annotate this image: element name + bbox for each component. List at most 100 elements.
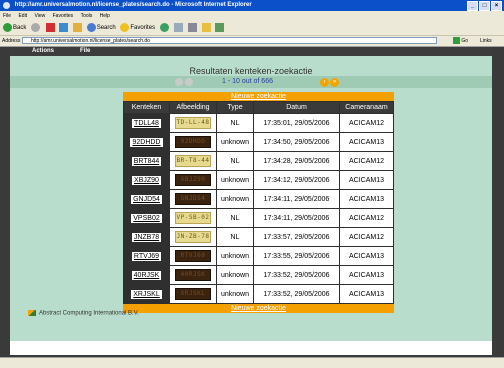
image-cell: 40RJSK: [170, 266, 216, 284]
plate-cell: BRT844: [124, 152, 169, 170]
folder-icon: [201, 22, 211, 32]
plate-image[interactable]: XBJZ90: [175, 174, 211, 186]
plate-link[interactable]: XRJSKL: [131, 289, 162, 299]
new-search-link-top[interactable]: Nieuwe zoekactie: [123, 92, 394, 101]
date-cell: 17:33:55, 29/05/2006: [254, 247, 339, 265]
close-button[interactable]: ×: [491, 1, 502, 11]
favorites-button[interactable]: Favorites: [120, 21, 155, 35]
messenger-icon: [215, 22, 225, 32]
search-button[interactable]: Search: [86, 21, 116, 35]
plate-image[interactable]: TD-LL-48: [175, 117, 211, 129]
nav-actions[interactable]: Actions: [32, 47, 54, 56]
camera-cell: ACICAM12: [340, 114, 393, 132]
plate-link[interactable]: RTVJ69: [131, 251, 162, 261]
plate-link[interactable]: 40RJSK: [131, 270, 162, 280]
menu-view[interactable]: View: [34, 13, 45, 19]
plate-image[interactable]: VP-SB-02: [175, 212, 211, 224]
refresh-button[interactable]: [59, 21, 69, 35]
type-cell: unknown: [217, 190, 253, 208]
table-row: TDLL48 TD-LL-48 NL 17:35:01, 29/05/2006 ACIC…: [124, 114, 393, 132]
print-button[interactable]: [188, 21, 198, 35]
menu-file[interactable]: File: [3, 13, 11, 19]
plate-image[interactable]: JN-ZB-78: [175, 231, 211, 243]
pagination-info: 1 - 10 out of 666: [222, 78, 273, 85]
page-content: Actions File Resultaten kenteken-zoekact…: [10, 47, 492, 355]
camera-cell: ACICAM13: [340, 247, 393, 265]
footer-company-name: Abstract Computing International B.V.: [39, 310, 139, 317]
pagination-bar: 1 - 10 out of 666 ›»: [10, 76, 492, 88]
stop-button[interactable]: [45, 21, 55, 35]
menu-tools[interactable]: Tools: [81, 13, 93, 19]
media-button[interactable]: [159, 21, 170, 35]
status-bar: [0, 357, 504, 368]
plate-link[interactable]: JNZB78: [131, 232, 162, 242]
app-nav-bar: Actions File: [10, 47, 492, 56]
table-row: 92DHDD 92DHDD unknown 17:34:50, 29/05/2006 A…: [124, 133, 393, 151]
mail-button[interactable]: [174, 21, 184, 35]
type-cell: unknown: [217, 247, 253, 265]
mail-icon: [174, 22, 184, 32]
camera-cell: ACICAM12: [340, 228, 393, 246]
pagination-next: ›»: [320, 78, 340, 87]
plate-link[interactable]: VPSB02: [131, 213, 162, 223]
plate-image[interactable]: 92DHDD: [175, 136, 211, 148]
minimize-button[interactable]: _: [467, 1, 478, 11]
plate-link[interactable]: XBJZ90: [132, 175, 161, 185]
home-button[interactable]: [73, 21, 83, 35]
date-cell: 17:33:57, 29/05/2006: [254, 228, 339, 246]
menu-help[interactable]: Help: [100, 13, 110, 19]
image-cell: GNJD54: [170, 190, 216, 208]
maximize-button[interactable]: □: [479, 1, 490, 11]
address-input[interactable]: http://amr.universalmotion.nl/license_pl…: [22, 37, 437, 44]
results-body: TDLL48 TD-LL-48 NL 17:35:01, 29/05/2006 ACIC…: [124, 114, 393, 303]
go-arrow-icon: [453, 37, 460, 45]
address-label: Address: [2, 38, 21, 44]
date-cell: 17:34:28, 29/05/2006: [254, 152, 339, 170]
menu-favorites[interactable]: Favorites: [53, 13, 74, 19]
next-page-button[interactable]: ›: [320, 78, 329, 87]
first-page-icon: [175, 78, 183, 86]
results-table-wrapper: Nieuwe zoekactie Kenteken Afbeelding Typ…: [123, 92, 394, 313]
plate-cell: RTVJ69: [124, 247, 169, 265]
image-cell: XBJZ90: [170, 171, 216, 189]
table-row: JNZB78 JN-ZB-78 NL 17:33:57, 29/05/2006 ACIC…: [124, 228, 393, 246]
date-cell: 17:33:52, 29/05/2006: [254, 266, 339, 284]
new-search-link-bottom[interactable]: Nieuwe zoekactie: [123, 304, 394, 313]
plate-link[interactable]: TDLL48: [132, 118, 161, 128]
camera-cell: ACICAM13: [340, 171, 393, 189]
folder-button[interactable]: [201, 21, 211, 35]
plate-image[interactable]: RTVJ69: [175, 250, 211, 262]
search-icon: [86, 22, 96, 32]
links-button[interactable]: Links: [480, 36, 492, 46]
image-cell: JN-ZB-78: [170, 228, 216, 246]
plate-image[interactable]: 40RJSK: [175, 269, 211, 281]
table-row: XBJZ90 XBJZ90 unknown 17:34:12, 29/05/2006 A…: [124, 171, 393, 189]
forward-button[interactable]: [31, 21, 41, 35]
pagination-prev: [175, 78, 195, 88]
address-bar: Address http://amr.universalmotion.nl/li…: [0, 36, 504, 47]
camera-cell: ACICAM13: [340, 190, 393, 208]
type-cell: NL: [217, 228, 253, 246]
plate-image[interactable]: XRJSKL: [175, 288, 211, 300]
plate-cell: VPSB02: [124, 209, 169, 227]
results-table: Kenteken Afbeelding Type Datum Cameranaa…: [123, 101, 394, 304]
messenger-button[interactable]: [215, 21, 225, 35]
plate-cell: 92DHDD: [124, 133, 169, 151]
window-title: http://amr.universalmotion.nl/license_pl…: [14, 2, 252, 8]
camera-cell: ACICAM13: [340, 133, 393, 151]
nav-file[interactable]: File: [80, 47, 90, 56]
plate-link[interactable]: 92DHDD: [130, 137, 163, 147]
last-page-button[interactable]: »: [330, 78, 339, 87]
camera-cell: ACICAM13: [340, 285, 393, 303]
plate-link[interactable]: GNJD54: [131, 194, 162, 204]
table-row: RTVJ69 RTVJ69 unknown 17:33:55, 29/05/2006 A…: [124, 247, 393, 265]
menu-edit[interactable]: Edit: [18, 13, 27, 19]
plate-image[interactable]: BR-T8-44: [175, 155, 211, 167]
plate-image[interactable]: GNJD54: [175, 193, 211, 205]
type-cell: unknown: [217, 133, 253, 151]
camera-cell: ACICAM12: [340, 152, 393, 170]
back-button[interactable]: Back: [3, 21, 26, 35]
go-button[interactable]: Go: [453, 36, 468, 46]
plate-link[interactable]: BRT844: [131, 156, 162, 166]
column-header-afbeelding: Afbeelding: [170, 102, 216, 113]
